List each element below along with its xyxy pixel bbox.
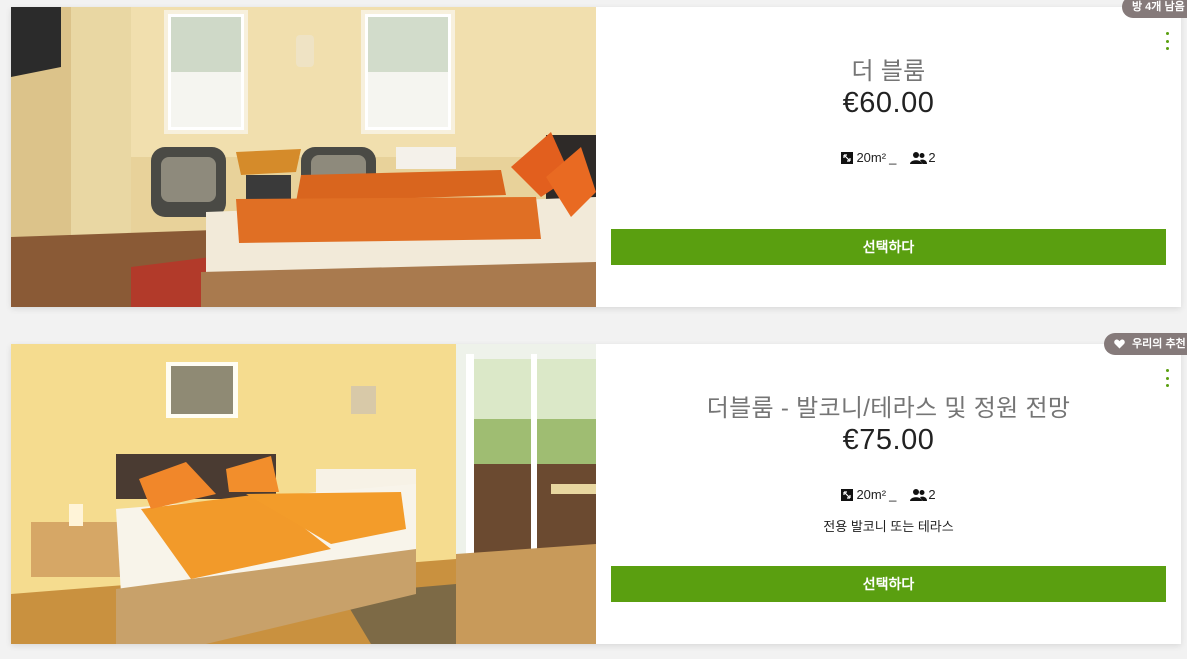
select-room-button[interactable]: 선택하다	[611, 566, 1166, 602]
room-price: €75.00	[842, 424, 935, 456]
room-guests: 2	[910, 487, 936, 502]
room-area-value: 20m²	[856, 150, 887, 165]
more-vert-icon[interactable]	[1163, 369, 1171, 387]
room-area: 20m² _	[841, 487, 896, 502]
square-meter-icon	[841, 151, 854, 164]
rooms-left-badge: 방 4개 남음	[1122, 0, 1187, 18]
room-photo-image	[11, 344, 596, 644]
room-photo-image	[11, 7, 596, 307]
heart-icon	[1114, 339, 1125, 349]
room-area-suffix: _	[889, 487, 897, 502]
room-photo[interactable]	[11, 344, 596, 644]
room-info: 더 블룸 €60.00 20m² _ 2 선택하다	[596, 7, 1181, 307]
more-vert-icon[interactable]	[1163, 32, 1171, 50]
select-room-button[interactable]: 선택하다	[611, 229, 1166, 265]
square-meter-icon	[841, 488, 854, 501]
room-card: 더블룸 - 발코니/테라스 및 정원 전망 €75.00 20m² _ 2 전용…	[11, 344, 1181, 644]
recommended-badge: 우리의 추천	[1104, 333, 1187, 355]
guests-icon	[910, 151, 928, 164]
room-features: 20m² _ 2	[596, 150, 1181, 165]
room-area: 20m² _	[841, 150, 896, 165]
guests-icon	[910, 488, 928, 501]
room-area-value: 20m²	[856, 487, 887, 502]
room-features: 20m² _ 2	[596, 487, 1181, 502]
room-info: 더블룸 - 발코니/테라스 및 정원 전망 €75.00 20m² _ 2 전용…	[596, 344, 1181, 644]
room-guests: 2	[910, 150, 936, 165]
room-card: 더 블룸 €60.00 20m² _ 2 선택하다	[11, 7, 1181, 307]
room-guests-value: 2	[928, 487, 936, 502]
room-photo[interactable]	[11, 7, 596, 307]
room-guests-value: 2	[928, 150, 936, 165]
rooms-left-text: 방 4개 남음	[1132, 1, 1185, 13]
room-price: €60.00	[842, 87, 935, 119]
room-title[interactable]: 더블룸 - 발코니/테라스 및 정원 전망	[596, 388, 1181, 423]
room-title[interactable]: 더 블룸	[596, 51, 1181, 86]
recommended-text: 우리의 추천	[1132, 338, 1186, 350]
room-amenity: 전용 발코니 또는 테라스	[823, 519, 954, 534]
room-area-suffix: _	[889, 150, 897, 165]
